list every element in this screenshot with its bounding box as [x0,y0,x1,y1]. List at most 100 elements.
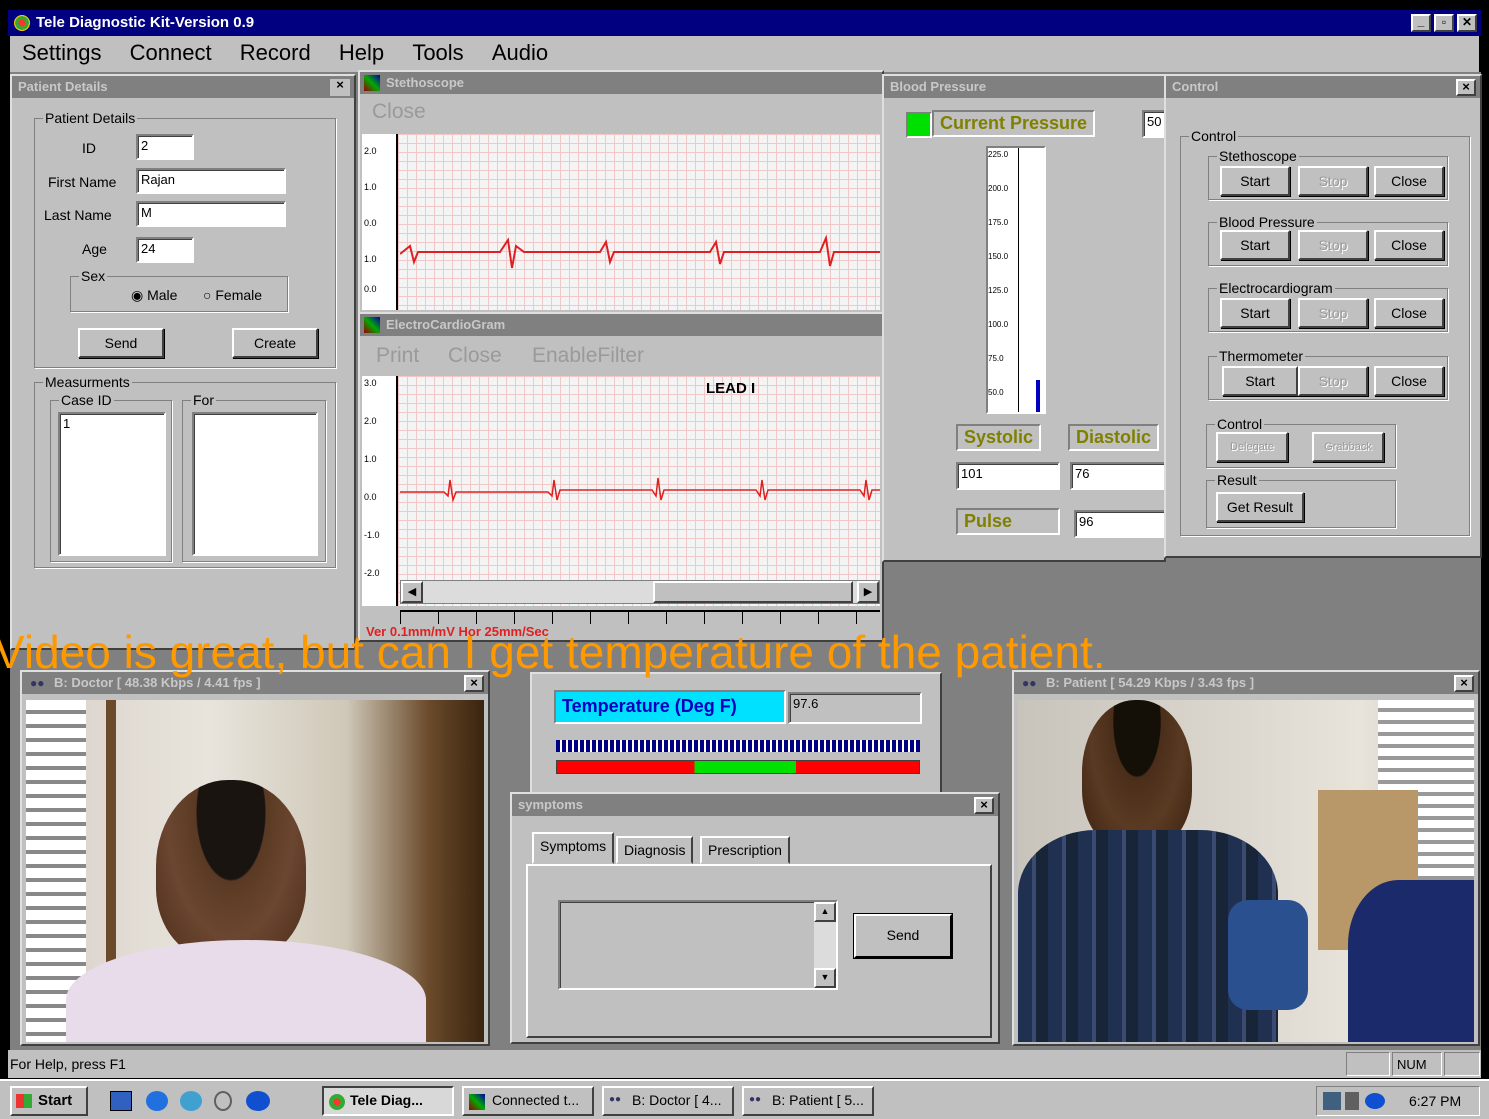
grabback-button[interactable]: Grabback [1312,432,1384,462]
control-close-icon[interactable]: × [1456,79,1476,96]
symptoms-scrollbar[interactable]: ▲ ▼ [814,902,836,988]
id-field[interactable]: 2 [136,134,194,160]
steth-tick: 2.0 [364,146,377,156]
taskbar-patient-video[interactable]: ●● B: Patient [ 5... [742,1086,874,1116]
patient-panel-titlebar[interactable]: Patient Details [12,76,354,98]
current-pressure-field: 50 [1142,110,1164,138]
steth-tick: 0.0 [364,218,377,228]
first-name-field[interactable]: Rajan [136,168,286,194]
quicklaunch-ie-icon[interactable] [146,1091,168,1111]
ecg-titlebar[interactable]: ElectroCardioGram [360,314,882,336]
control-titlebar[interactable]: Control [1166,76,1480,98]
doctor-video-window: ●● B: Doctor [ 48.38 Kbps / 4.41 fps ] × [20,670,490,1046]
start-button[interactable]: Start [10,1086,88,1116]
ecg-tick: -2.0 [364,568,380,578]
ecg-stop-button[interactable]: Stop [1298,298,1368,328]
age-field[interactable]: 24 [136,237,194,263]
clock: 6:27 PM [1409,1093,1462,1109]
menu-help[interactable]: Help [327,36,396,70]
stethoscope-icon [364,75,380,91]
menu-bar: Settings Connect Record Help Tools Audio [10,36,1479,72]
temperature-range-bar [556,760,920,774]
menu-record[interactable]: Record [228,36,323,70]
close-button[interactable]: ✕ [1457,14,1477,32]
ecg-start-button[interactable]: Start [1220,298,1290,328]
taskbar-doctor-video[interactable]: ●● B: Doctor [ 4... [602,1086,734,1116]
steth-start-button[interactable]: Start [1220,166,1290,196]
symptoms-titlebar[interactable]: symptoms [512,794,998,816]
video-icon: ●● [749,1094,762,1105]
taskbar-connected[interactable]: Connected t... [462,1086,594,1116]
steth-tick: 1.0 [364,182,377,192]
patient-details-panel: Patient Details × Patient Details ID 2 F… [10,74,356,650]
tray-network-icon[interactable] [1323,1092,1341,1110]
maximize-button[interactable]: ▫ [1434,14,1454,32]
temperature-value-field: 97.6 [788,692,922,724]
ecg-close-menu[interactable]: Close [448,344,502,368]
thermo-stop-button[interactable]: Stop [1298,366,1368,396]
system-tray: 6:27 PM [1316,1086,1480,1116]
steth-tick: 0.0 [364,284,377,294]
quicklaunch-desktop-icon[interactable] [110,1091,132,1111]
app-titlebar[interactable]: Tele Diagnostic Kit-Version 0.9 _ ▫ ✕ [8,10,1481,36]
create-button[interactable]: Create [232,328,318,358]
windows-logo-icon [16,1094,32,1108]
menu-connect[interactable]: Connect [118,36,224,70]
bp-titlebar[interactable]: Blood Pressure [884,76,1164,98]
symptoms-close-icon[interactable]: × [974,797,994,814]
case-id-list[interactable]: 1 [58,412,166,556]
ecg-hscrollbar[interactable]: ◀ ▶ [400,580,880,604]
caption-overlay: Video is great, but can I get temperatur… [0,626,1106,678]
bp-stop-button[interactable]: Stop [1298,230,1368,260]
menu-settings[interactable]: Settings [10,36,114,70]
scroll-thumb[interactable] [653,581,853,603]
status-help-text: For Help, press F1 [10,1056,126,1072]
quicklaunch-channels-icon[interactable] [180,1091,202,1111]
scroll-right-arrow-icon[interactable]: ▶ [857,581,879,603]
send-button[interactable]: Send [78,328,164,358]
menu-tools[interactable]: Tools [400,36,475,70]
tab-prescription[interactable]: Prescription [700,836,790,864]
minimize-button[interactable]: _ [1411,14,1431,32]
tab-symptoms[interactable]: Symptoms [532,832,615,864]
thermo-start-button[interactable]: Start [1222,366,1298,396]
steth-stop-button[interactable]: Stop [1298,166,1368,196]
scroll-down-arrow-icon[interactable]: ▼ [814,968,836,988]
thermo-close-button[interactable]: Close [1374,366,1444,396]
patient-video-window: ●● B: Patient [ 54.29 Kbps / 3.43 fps ] × [1012,670,1480,1046]
delegate-button[interactable]: Delegate [1216,432,1288,462]
scroll-up-arrow-icon[interactable]: ▲ [814,902,836,922]
get-result-button[interactable]: Get Result [1216,492,1304,522]
ecg-tick: 2.0 [364,416,377,426]
quicklaunch-media-icon[interactable] [246,1091,270,1111]
symptoms-textarea[interactable] [558,900,838,990]
status-bar: For Help, press F1 NUM [8,1050,1481,1078]
ecg-filter-menu[interactable]: EnableFilter [532,344,644,368]
symptoms-send-button[interactable]: Send [853,913,953,959]
taskbar-tele-diag[interactable]: Tele Diag... [322,1086,454,1116]
menu-audio[interactable]: Audio [480,36,560,70]
tray-speaker-icon[interactable] [1345,1092,1359,1110]
steth-close-button[interactable]: Close [1374,166,1444,196]
tray-media-icon[interactable] [1365,1093,1385,1109]
stethoscope-titlebar[interactable]: Stethoscope [360,72,882,94]
last-name-field[interactable]: M [136,201,286,227]
scroll-left-arrow-icon[interactable]: ◀ [401,581,423,603]
ecg-close-button[interactable]: Close [1374,298,1444,328]
ecg-print-menu[interactable]: Print [376,344,419,368]
stethoscope-close-menu[interactable]: Close [372,100,426,124]
stethoscope-window: Stethoscope Close 2.0 1.0 0.0 1.0 0.0 [358,70,884,314]
num-lock-indicator: NUM [1392,1052,1442,1076]
video-icon: ●● [609,1094,622,1105]
bp-close-button[interactable]: Close [1374,230,1444,260]
pressure-gauge-fill [1036,380,1040,412]
for-list[interactable] [192,412,318,556]
pulse-label: Pulse [956,508,1060,535]
doctor-head [156,780,306,960]
bp-start-button[interactable]: Start [1220,230,1290,260]
quicklaunch-user-icon[interactable] [214,1091,232,1111]
tab-diagnosis[interactable]: Diagnosis [616,836,694,864]
male-radio[interactable]: ◉ Male [131,287,177,304]
patient-panel-close[interactable]: × [330,78,350,96]
female-radio[interactable]: ○ Female [203,287,262,303]
